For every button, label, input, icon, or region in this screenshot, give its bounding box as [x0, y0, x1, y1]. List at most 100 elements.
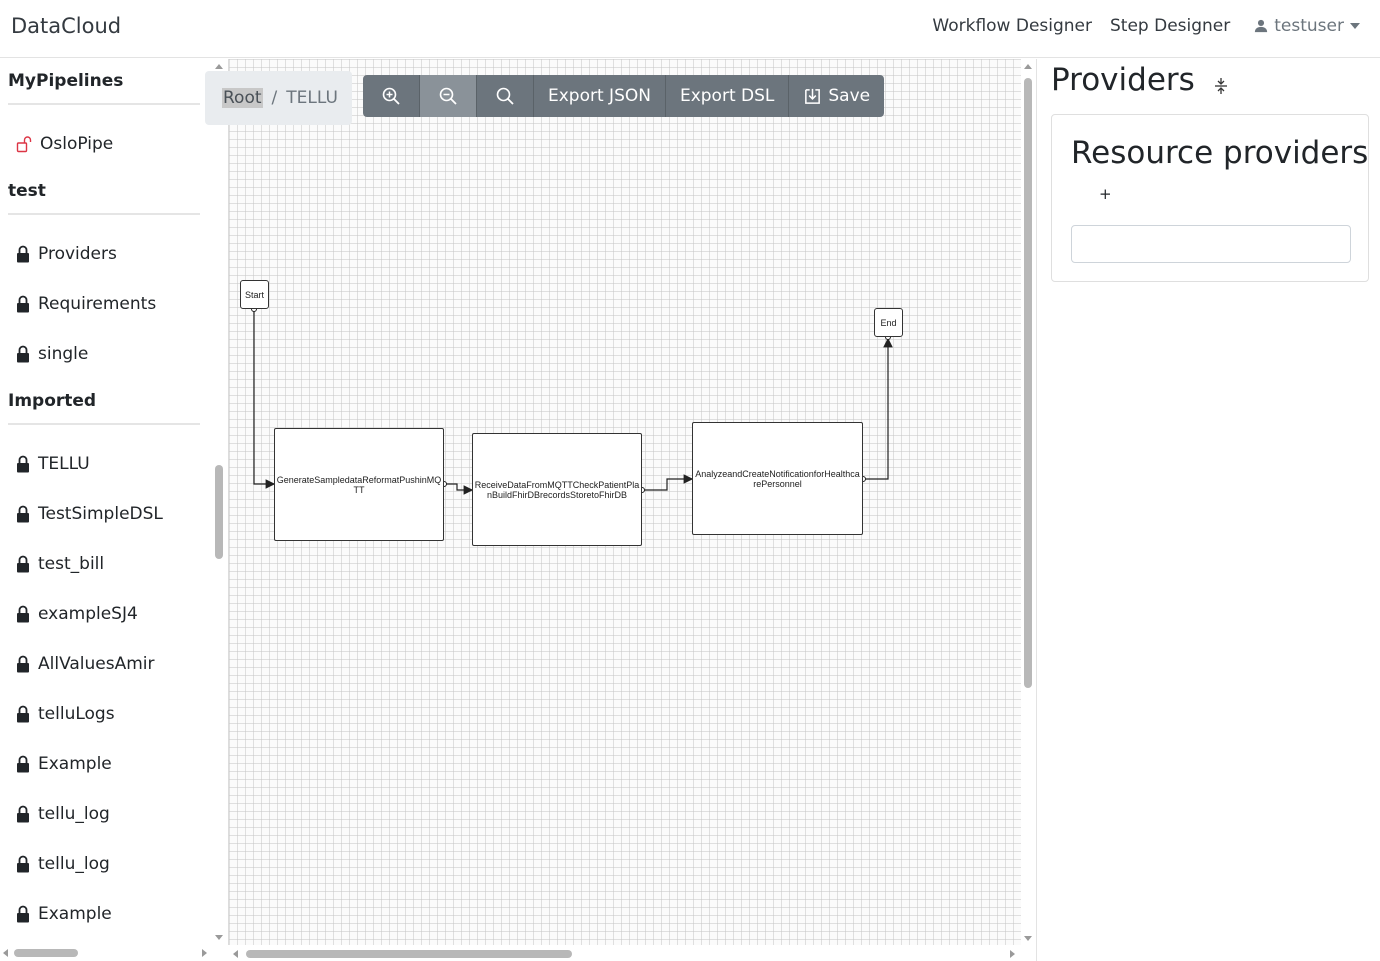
edge-step2-step3 — [642, 474, 694, 491]
sidebar-item-label: tellu_log — [38, 854, 110, 874]
edge-step3-end — [863, 337, 893, 480]
workflow-end-node[interactable]: End — [874, 308, 903, 337]
step-label: AnalyzeandCreateNotificationforHealthcar… — [695, 468, 860, 489]
zoom-out-icon — [439, 87, 457, 105]
sidebar-item-tellu-log-2[interactable]: tellu_log — [8, 839, 200, 889]
sidebar-group-mypipelines: MyPipelines — [8, 59, 200, 105]
sidebar-item-examplesj4[interactable]: exampleSJ4 — [8, 589, 200, 639]
sidebar-item-testsimpledsl[interactable]: TestSimpleDSL — [8, 489, 200, 539]
sidebar-item-label: Requirements — [38, 294, 157, 314]
edge-start-step1 — [253, 309, 276, 489]
sidebar-scroll-left-icon[interactable] — [3, 949, 8, 957]
sidebar-scroll-up-icon[interactable] — [215, 64, 223, 69]
workflow-step-node[interactable]: AnalyzeandCreateNotificationforHealthcar… — [692, 422, 863, 535]
nav-step-designer[interactable]: Step Designer — [1110, 16, 1230, 36]
lock-icon — [17, 605, 29, 623]
breadcrumb-current: TELLU — [286, 88, 338, 108]
top-navbar: DataCloud Workflow Designer Step Designe… — [0, 0, 1380, 58]
panel-title: Providers — [1051, 62, 1195, 98]
lock-icon — [17, 905, 29, 923]
lock-icon — [17, 345, 29, 363]
lock-icon — [17, 555, 29, 573]
sidebar-item-label: test_bill — [38, 554, 105, 574]
sidebar-item-requirements[interactable]: Requirements — [8, 279, 200, 329]
lock-icon — [17, 705, 29, 723]
sidebar-item-label: OsloPipe — [40, 134, 114, 154]
workflow-canvas[interactable]: Start End GenerateSampledataReformatPush… — [228, 59, 1021, 945]
sidebar-scroll-right-icon[interactable] — [202, 949, 207, 957]
add-provider-button[interactable]: + — [1099, 185, 1112, 203]
export-dsl-button[interactable]: Export DSL — [665, 75, 790, 117]
nav-workflow-designer[interactable]: Workflow Designer — [932, 16, 1092, 36]
providers-panel: Providers Resource providers + — [1036, 59, 1380, 961]
nav-links: Workflow Designer Step Designer testuser — [914, 16, 1360, 36]
sidebar-group-test: test — [8, 169, 200, 215]
workflow-step-node[interactable]: GenerateSampledataReformatPushinMQTT — [274, 428, 444, 541]
sidebar-item-example-2[interactable]: Example — [8, 889, 200, 939]
zoom-fit-button[interactable] — [477, 75, 534, 117]
save-button[interactable]: Save — [789, 75, 885, 117]
provider-input[interactable] — [1071, 225, 1351, 263]
lock-open-icon — [16, 136, 32, 153]
save-icon — [805, 88, 821, 104]
sidebar-item-label: exampleSJ4 — [38, 604, 138, 624]
canvas-scroll-up-icon[interactable] — [1024, 64, 1032, 69]
lock-icon — [17, 245, 29, 263]
canvas-scroll-left-icon[interactable] — [233, 950, 238, 958]
save-label: Save — [828, 86, 871, 106]
sidebar-item-tellu[interactable]: TELLU — [8, 439, 200, 489]
sidebar-item-label: TELLU — [38, 454, 90, 474]
breadcrumb-separator: / — [271, 88, 278, 108]
resource-providers-card: Resource providers + — [1051, 114, 1369, 282]
user-menu[interactable]: testuser — [1254, 16, 1360, 36]
lock-icon — [17, 505, 29, 523]
lock-icon — [17, 755, 29, 773]
sidebar-item-label: telluLogs — [38, 704, 115, 724]
sidebar-item-label: Example — [38, 904, 112, 924]
breadcrumb-root[interactable]: Root — [222, 88, 263, 108]
lock-icon — [17, 855, 29, 873]
user-name: testuser — [1274, 16, 1344, 36]
sidebar-list: MyPipelines OsloPipe test Providers Requ… — [8, 59, 200, 939]
lock-icon — [17, 455, 29, 473]
canvas-scroll-right-icon[interactable] — [1010, 950, 1015, 958]
sidebar-group-imported: Imported — [8, 379, 200, 425]
card-title: Resource providers — [1071, 135, 1369, 171]
sidebar-item-label: Providers — [38, 244, 117, 264]
workflow-step-node[interactable]: ReceiveDataFromMQTTCheckPatientPlanBuild… — [472, 433, 642, 546]
sidebar-item-single[interactable]: single — [8, 329, 200, 379]
workflow-start-node[interactable]: Start — [240, 280, 269, 309]
edge-step1-step2 — [444, 483, 474, 495]
sidebar-item-tellulogs[interactable]: telluLogs — [8, 689, 200, 739]
canvas-horizontal-scrollbar[interactable] — [246, 950, 572, 958]
user-icon — [1255, 19, 1268, 33]
canvas-scroll-down-icon[interactable] — [1024, 936, 1032, 941]
canvas-toolbar: Export JSON Export DSL Save — [363, 75, 885, 117]
zoom-out-button[interactable] — [420, 75, 477, 117]
sidebar-item-allvaluesamir[interactable]: AllValuesAmir — [8, 639, 200, 689]
zoom-in-icon — [382, 87, 400, 105]
breadcrumb: Root / TELLU — [205, 71, 352, 125]
sidebar-item-example[interactable]: Example — [8, 739, 200, 789]
sidebar-item-oslopipe[interactable]: OsloPipe — [8, 119, 200, 169]
step-label: ReceiveDataFromMQTTCheckPatientPlanBuild… — [474, 479, 640, 500]
sidebar-item-label: TestSimpleDSL — [38, 504, 163, 524]
zoom-in-button[interactable] — [363, 75, 420, 117]
sidebar-vertical-scrollbar[interactable] — [215, 465, 223, 559]
sidebar-item-tellu-log[interactable]: tellu_log — [8, 789, 200, 839]
sidebar-item-label: single — [38, 344, 89, 364]
collapse-icon[interactable] — [1213, 76, 1229, 96]
sidebar-item-label: Example — [38, 754, 112, 774]
sidebar-horizontal-scrollbar[interactable] — [14, 949, 78, 957]
lock-icon — [17, 805, 29, 823]
lock-icon — [17, 655, 29, 673]
canvas-vertical-scrollbar[interactable] — [1024, 78, 1032, 688]
export-json-button[interactable]: Export JSON — [534, 75, 666, 117]
pipeline-sidebar: MyPipelines OsloPipe test Providers Requ… — [0, 59, 226, 961]
sidebar-scroll-down-icon[interactable] — [215, 935, 223, 940]
step-label: GenerateSampledataReformatPushinMQTT — [276, 474, 442, 495]
sidebar-item-providers[interactable]: Providers — [8, 229, 200, 279]
lock-icon — [17, 295, 29, 313]
sidebar-item-test-bill[interactable]: test_bill — [8, 539, 200, 589]
brand-logo[interactable]: DataCloud — [11, 14, 121, 38]
